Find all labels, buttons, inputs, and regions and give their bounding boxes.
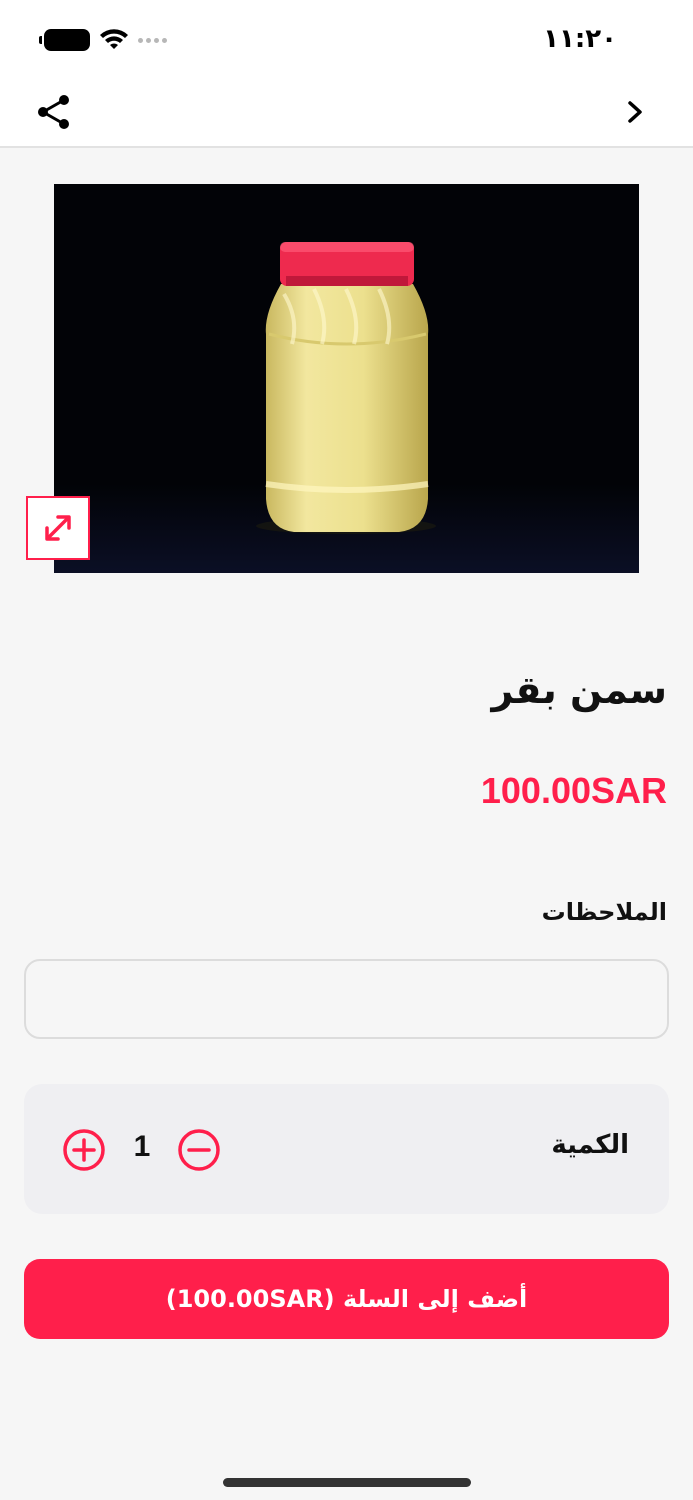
- ghee-jar-image: [54, 242, 639, 573]
- nav-bar: [0, 78, 693, 148]
- minus-icon[interactable]: [177, 1128, 221, 1172]
- status-icons: [39, 28, 167, 52]
- quantity-stepper: 1 الكمية: [24, 1084, 669, 1214]
- product-image: [54, 184, 639, 573]
- chevron-right-icon[interactable]: [621, 98, 649, 126]
- product-price: 100.00SAR: [480, 770, 667, 811]
- expand-image-button[interactable]: [26, 496, 90, 560]
- status-bar: ١١:٢٠: [0, 0, 693, 78]
- battery-icon: [39, 29, 90, 51]
- status-time: ١١:٢٠: [543, 24, 617, 54]
- wifi-icon: [100, 29, 128, 49]
- expand-icon: [45, 515, 71, 541]
- quantity-value: 1: [133, 1130, 151, 1163]
- quantity-label: الكمية: [551, 1130, 629, 1160]
- add-to-cart-button[interactable]: أضف إلى السلة (100.00SAR): [24, 1259, 669, 1339]
- notes-input[interactable]: [24, 959, 669, 1039]
- plus-icon[interactable]: [62, 1128, 106, 1172]
- home-indicator: [223, 1478, 471, 1487]
- share-icon[interactable]: [34, 92, 74, 132]
- notes-label: الملاحظات: [541, 898, 667, 926]
- signal-icon: [138, 37, 167, 43]
- product-title: سمن بقر: [491, 668, 667, 712]
